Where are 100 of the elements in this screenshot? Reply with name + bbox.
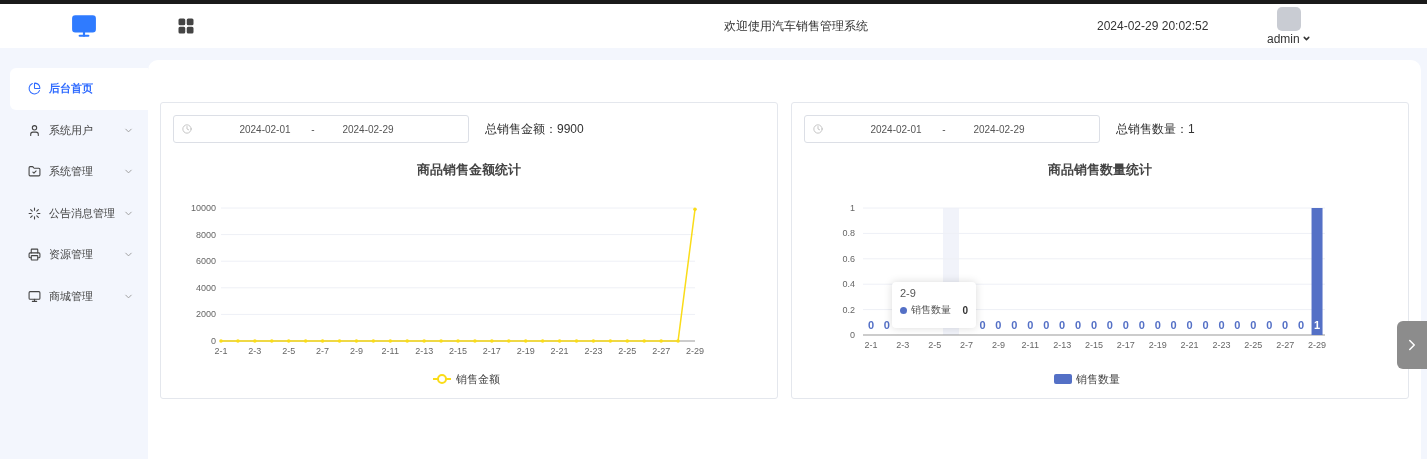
axis-label: 2-21 [1180, 340, 1199, 350]
axis-label: 4000 [195, 282, 216, 293]
data-label: 0 [1250, 319, 1257, 331]
data-label: 0 [995, 319, 1002, 331]
data-point [456, 339, 460, 343]
data-point [337, 339, 342, 343]
grid-menu-icon[interactable] [177, 17, 195, 35]
data-label: 0 [1202, 319, 1209, 331]
menu-icon [28, 289, 41, 303]
axis-label: 2-21 [550, 346, 569, 356]
data-label: 0 [1186, 319, 1193, 331]
axis-label: 2-19 [1148, 340, 1167, 350]
axis-label: 2-15 [1085, 340, 1103, 350]
data-point [676, 339, 680, 343]
sidebar-item[interactable]: 系统用户 [10, 109, 148, 151]
menu-icon [28, 248, 41, 262]
axis-label: 2-23 [584, 346, 603, 356]
data-point [507, 339, 511, 343]
data-label: 0 [867, 319, 875, 331]
axis-label: 2-13 [1053, 340, 1072, 350]
data-point [354, 339, 359, 343]
menu-icon [28, 82, 41, 96]
current-datetime: 2024-02-29 20:02:52 [1097, 19, 1210, 33]
clock-icon [182, 124, 192, 134]
axis-label: 2-27 [652, 346, 671, 356]
data-label: 0 [1122, 319, 1129, 331]
data-label: 0 [1027, 319, 1034, 331]
data-label: 0 [1282, 319, 1289, 331]
legend-label: 销售数量 [1076, 373, 1120, 385]
axis-label: 2-23 [1212, 340, 1231, 350]
data-point [253, 339, 257, 343]
data-label: 0 [1218, 319, 1225, 331]
data-label: 0 [1170, 319, 1177, 331]
axis-label: 2-29 [1308, 340, 1327, 350]
next-button[interactable] [1397, 321, 1427, 369]
menu-icon [28, 206, 41, 220]
sidebar-item[interactable]: 公告消息管理 [10, 192, 148, 234]
data-label: 0 [1298, 319, 1305, 331]
welcome-text: 欢迎使用汽车销售管理系统 [724, 17, 869, 35]
user-name[interactable]: admin [1267, 31, 1300, 46]
data-label: 0 [1090, 319, 1098, 331]
data-point [320, 339, 325, 343]
data-label: 1 [1313, 319, 1321, 331]
total-text: 总销售金额：9900 [485, 120, 584, 138]
data-point [439, 339, 443, 343]
axis-label: 2-29 [686, 346, 704, 356]
menu-icon [28, 165, 41, 179]
data-label: 0 [1154, 319, 1161, 331]
data-point [388, 339, 393, 343]
axis-label: 2-19 [516, 346, 535, 356]
data-point [574, 339, 579, 343]
data-point [371, 339, 376, 343]
data-label: 0 [1075, 319, 1082, 331]
axis-label: 2-13 [415, 346, 434, 356]
legend-icon [1054, 374, 1072, 384]
data-point [659, 339, 663, 343]
axis-label: 2-7 [960, 340, 974, 350]
chart-title: 商品销售数量统计 [1047, 161, 1153, 179]
axis-label: 0 [850, 330, 855, 340]
axis-label: 2000 [195, 309, 216, 320]
date-range-field[interactable]: 2024-02-01 - 2024-02-29 [173, 115, 469, 143]
axis-label: 2-3 [896, 340, 910, 350]
data-point [540, 339, 545, 343]
data-point [490, 339, 494, 343]
menu-icon [28, 123, 41, 137]
data-point [236, 339, 240, 343]
sidebar-item[interactable]: 后台首页 [10, 68, 148, 110]
tooltip-value: 0 [962, 304, 968, 316]
axis-label: 2-9 [991, 340, 1005, 350]
axis-label: 2-5 [928, 340, 942, 350]
date-range-field[interactable]: 2024-02-01 - 2024-02-29 [804, 115, 1100, 143]
data-point [642, 339, 646, 343]
sidebar-item[interactable]: 资源管理 [10, 234, 148, 276]
axis-label: 0.4 [842, 279, 855, 290]
axis-label: 0 [211, 336, 216, 346]
axis-label: 2-5 [282, 346, 296, 356]
data-point [591, 339, 596, 343]
caret-icon[interactable] [1301, 34, 1311, 43]
data-point [625, 339, 630, 343]
data-point [303, 339, 308, 343]
data-point [608, 339, 613, 343]
data-label: 0 [979, 319, 986, 331]
data-point [405, 339, 409, 343]
data-label: 0 [1234, 319, 1241, 331]
axis-label: 2-1 [864, 340, 878, 350]
sidebar-item[interactable]: 系统管理 [10, 151, 148, 193]
data-point [270, 339, 274, 343]
axis-label: 1 [850, 203, 855, 213]
clock-icon [813, 124, 823, 134]
legend-icon [432, 374, 452, 384]
axis-label: 2-7 [316, 346, 330, 356]
data-label: 0 [1011, 319, 1018, 331]
axis-label: 2-17 [1116, 340, 1135, 350]
axis-label: 0.6 [842, 253, 855, 264]
sidebar-item[interactable]: 商城管理 [10, 275, 148, 317]
data-label: 0 [883, 319, 890, 331]
axis-label: 6000 [195, 256, 216, 267]
data-point [557, 339, 562, 343]
data-point [473, 339, 477, 343]
data-point [523, 339, 528, 343]
